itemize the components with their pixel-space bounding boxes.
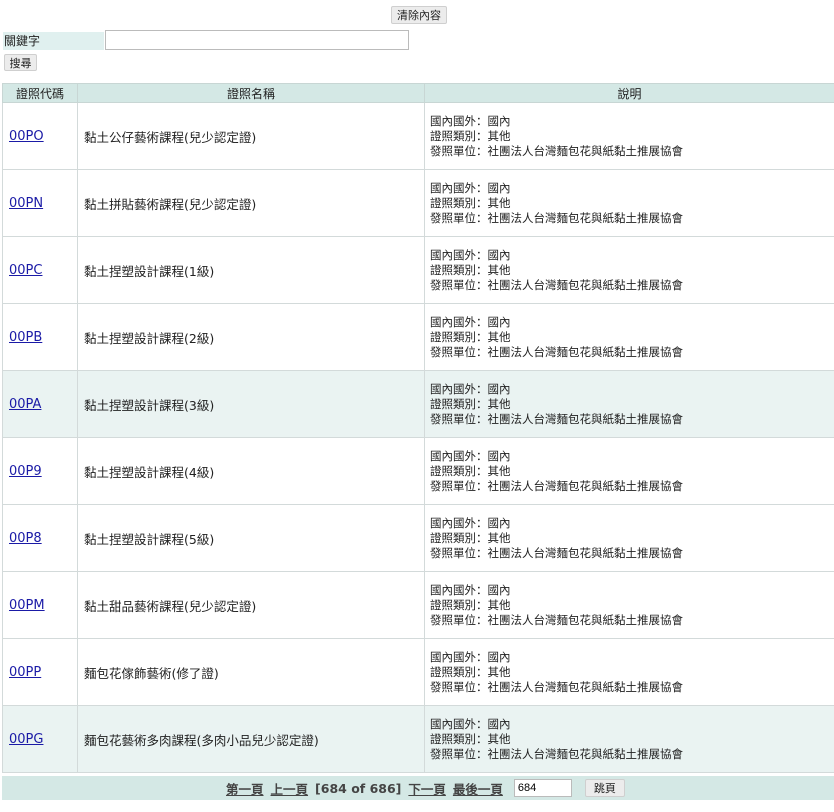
header-description: 說明 bbox=[424, 83, 834, 103]
certificate-name: 麵包花藝術多肉課程(多肉小品兒少認定證) bbox=[77, 705, 425, 773]
certificate-code-link[interactable]: 00P8 bbox=[9, 531, 42, 546]
description-line: 國內國外：國內 bbox=[430, 314, 511, 329]
description-cell: 國內國外：國內 證照類別：其他 發照單位：社團法人台灣麵包花與紙黏土推展協會 bbox=[424, 236, 834, 304]
description-line: 證照類別：其他 bbox=[430, 329, 511, 344]
table-row: 00PM 黏土甜品藝術課程(兒少認定證) 國內國外：國內 證照類別：其他 發照單位：社團… bbox=[2, 571, 834, 639]
last-page-link[interactable]: 最後一頁 bbox=[453, 779, 503, 798]
table-row: 00PO 黏土公仔藝術課程(兒少認定證) 國內國外：國內 證照類別：其他 發照單位：社團… bbox=[2, 102, 834, 170]
certificate-code-link[interactable]: 00PP bbox=[9, 665, 41, 680]
description-cell: 國內國外：國內 證照類別：其他 發照單位：社團法人台灣麵包花與紙黏土推展協會 bbox=[424, 169, 834, 237]
description-line: 國內國外：國內 bbox=[430, 180, 511, 195]
description-line: 證照類別：其他 bbox=[430, 731, 511, 746]
code-cell: 00P8 bbox=[2, 504, 78, 572]
description-line: 證照類別：其他 bbox=[430, 262, 511, 277]
header-name: 證照名稱 bbox=[77, 83, 425, 103]
description-cell: 國內國外：國內 證照類別：其他 發照單位：社團法人台灣麵包花與紙黏土推展協會 bbox=[424, 571, 834, 639]
next-page-link[interactable]: 下一頁 bbox=[408, 779, 446, 798]
certificate-table: 證照代碼 證照名稱 說明 00PO 黏土公仔藝術課程(兒少認定證) 國內國外：國內證… bbox=[2, 83, 834, 773]
certificate-name: 黏土捏塑設計課程(2級) bbox=[77, 303, 425, 371]
table-row: 00P9 黏土捏塑設計課程(4級) 國內國外：國內 證照類別：其他 發照單位：社團法人台… bbox=[2, 437, 834, 505]
description-line: 國內國外：國內 bbox=[430, 381, 511, 396]
table-row: 00PB 黏土捏塑設計課程(2級) 國內國外：國內 證照類別：其他 發照單位：社團法人台… bbox=[2, 303, 834, 371]
description-cell: 國內國外：國內 證照類別：其他 發照單位：社團法人台灣麵包花與紙黏土推展協會 bbox=[424, 102, 834, 170]
prev-page-link[interactable]: 上一頁 bbox=[271, 779, 309, 798]
search-button[interactable]: 搜尋 bbox=[4, 54, 37, 71]
code-cell: 00PO bbox=[2, 102, 78, 170]
table-row: 00PP 麵包花傢飾藝術(修了證) 國內國外：國內 證照類別：其他 發照單位：社團法人台… bbox=[2, 638, 834, 706]
description-line: 發照單位：社團法人台灣麵包花與紙黏土推展協會 bbox=[430, 679, 683, 694]
description-line: 發照單位：社團法人台灣麵包花與紙黏土推展協會 bbox=[430, 545, 683, 560]
description-line: 發照單位：社團法人台灣麵包花與紙黏土推展協會 bbox=[430, 746, 683, 761]
description-line: 證照類別：其他 bbox=[430, 664, 511, 679]
description-line: 發照單位：社團法人台灣麵包花與紙黏土推展協會 bbox=[430, 277, 683, 292]
certificate-code-link[interactable]: 00PM bbox=[9, 598, 45, 613]
pagination-bar: 第一頁 上一頁 [684 of 686] 下一頁 最後一頁 跳頁 bbox=[2, 776, 834, 800]
clear-content-button[interactable]: 清除內容 bbox=[391, 6, 447, 24]
description-line: 證照類別：其他 bbox=[430, 597, 511, 612]
description-cell: 國內國外：國內 證照類別：其他 發照單位：社團法人台灣麵包花與紙黏土推展協會 bbox=[424, 504, 834, 572]
description-line: 證照類別：其他 bbox=[430, 463, 511, 478]
header-code: 證照代碼 bbox=[2, 83, 78, 103]
code-cell: 00PP bbox=[2, 638, 78, 706]
page-number-input[interactable] bbox=[513, 779, 572, 797]
description-line: 國內國外：國內 bbox=[430, 716, 511, 731]
keyword-label: 關鍵字 bbox=[3, 32, 104, 50]
code-cell: 00PN bbox=[2, 169, 78, 237]
description-line: 發照單位：社團法人台灣麵包花與紙黏土推展協會 bbox=[430, 478, 683, 493]
certificate-name: 黏土捏塑設計課程(1級) bbox=[77, 236, 425, 304]
code-cell: 00PA bbox=[2, 370, 78, 438]
description-line: 國內國外：國內 bbox=[430, 448, 511, 463]
description-cell: 國內國外：國內 證照類別：其他 發照單位：社團法人台灣麵包花與紙黏土推展協會 bbox=[424, 437, 834, 505]
description-line: 發照單位：社團法人台灣麵包花與紙黏土推展協會 bbox=[430, 210, 683, 225]
description-line: 證照類別：其他 bbox=[430, 396, 511, 411]
description-cell: 國內國外：國內 證照類別：其他 發照單位：社團法人台灣麵包花與紙黏土推展協會 bbox=[424, 705, 834, 773]
code-cell: 00PB bbox=[2, 303, 78, 371]
certificate-name: 黏土拼貼藝術課程(兒少認定證) bbox=[77, 169, 425, 237]
description-line: 國內國外：國內 bbox=[430, 649, 511, 664]
table-header-row: 證照代碼 證照名稱 說明 bbox=[2, 83, 834, 103]
code-cell: 00PG bbox=[2, 705, 78, 773]
certificate-name: 黏土捏塑設計課程(5級) bbox=[77, 504, 425, 572]
description-line: 發照單位：社團法人台灣麵包花與紙黏土推展協會 bbox=[430, 411, 683, 426]
page-info: [684 of 686] bbox=[315, 780, 402, 796]
description-line: 發照單位：社團法人台灣麵包花與紙黏土推展協會 bbox=[430, 612, 683, 627]
description-line: 國內國外：國內 bbox=[430, 515, 511, 530]
certificate-code-link[interactable]: 00PB bbox=[9, 330, 42, 345]
first-page-link[interactable]: 第一頁 bbox=[226, 779, 264, 798]
certificate-code-link[interactable]: 00PO bbox=[9, 129, 44, 144]
description-line: 國內國外：國內 bbox=[430, 247, 511, 262]
description-line: 國內國外：國內 bbox=[430, 582, 511, 597]
certificate-code-link[interactable]: 00PG bbox=[9, 732, 43, 747]
code-cell: 00PM bbox=[2, 571, 78, 639]
description-line: 國內國外：國內 bbox=[430, 113, 511, 128]
keyword-input[interactable] bbox=[105, 30, 409, 50]
code-cell: 00PC bbox=[2, 236, 78, 304]
table-row: 00PN 黏土拼貼藝術課程(兒少認定證) 國內國外：國內 證照類別：其他 發照單位：社團… bbox=[2, 169, 834, 237]
table-row: 00P8 黏土捏塑設計課程(5級) 國內國外：國內 證照類別：其他 發照單位：社團法人台… bbox=[2, 504, 834, 572]
description-line: 證照類別：其他 bbox=[430, 530, 511, 545]
certificate-code-link[interactable]: 00PC bbox=[9, 263, 42, 278]
description-cell: 國內國外：國內 證照類別：其他 發照單位：社團法人台灣麵包花與紙黏土推展協會 bbox=[424, 303, 834, 371]
table-row: 00PC 黏土捏塑設計課程(1級) 國內國外：國內 證照類別：其他 發照單位：社團法人台… bbox=[2, 236, 834, 304]
description-line: 證照類別：其他 bbox=[430, 195, 511, 210]
certificate-name: 黏土公仔藝術課程(兒少認定證) bbox=[77, 102, 425, 170]
description-line: 發照單位：社團法人台灣麵包花與紙黏土推展協會 bbox=[430, 344, 683, 359]
code-cell: 00P9 bbox=[2, 437, 78, 505]
table-row: 00PA 黏土捏塑設計課程(3級) 國內國外：國內 證照類別：其他 發照單位：社團法人台… bbox=[2, 370, 834, 438]
jump-page-button[interactable]: 跳頁 bbox=[584, 779, 625, 797]
certificate-name: 麵包花傢飾藝術(修了證) bbox=[77, 638, 425, 706]
description-line: 發照單位：社團法人台灣麵包花與紙黏土推展協會 bbox=[430, 143, 683, 158]
description-cell: 國內國外：國內 證照類別：其他 發照單位：社團法人台灣麵包花與紙黏土推展協會 bbox=[424, 638, 834, 706]
description-line: 證照類別：其他 bbox=[430, 128, 511, 143]
certificate-name: 黏土捏塑設計課程(4級) bbox=[77, 437, 425, 505]
certificate-code-link[interactable]: 00P9 bbox=[9, 464, 42, 479]
certificate-code-link[interactable]: 00PN bbox=[9, 196, 43, 211]
table-row: 00PG 麵包花藝術多肉課程(多肉小品兒少認定證) 國內國外：國內 證照類別：其他 發照… bbox=[2, 705, 834, 773]
certificate-name: 黏土捏塑設計課程(3級) bbox=[77, 370, 425, 438]
description-cell: 國內國外：國內 證照類別：其他 發照單位：社團法人台灣麵包花與紙黏土推展協會 bbox=[424, 370, 834, 438]
certificate-code-link[interactable]: 00PA bbox=[9, 397, 41, 412]
certificate-name: 黏土甜品藝術課程(兒少認定證) bbox=[77, 571, 425, 639]
